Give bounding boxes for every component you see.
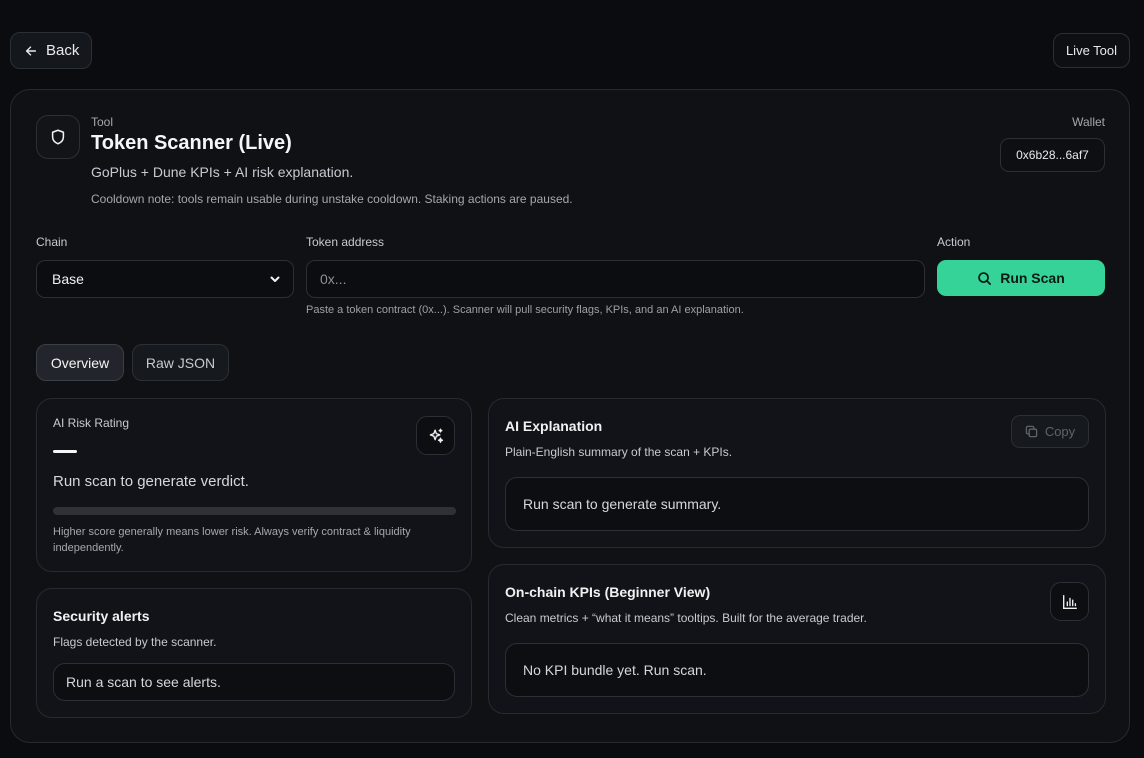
tool-subtitle: GoPlus + Dune KPIs + AI risk explanation… bbox=[91, 164, 354, 180]
tab-overview[interactable]: Overview bbox=[36, 344, 124, 381]
back-button[interactable]: Back bbox=[10, 32, 92, 69]
shield-icon bbox=[51, 129, 65, 145]
copy-icon bbox=[1025, 425, 1038, 438]
action-label: Action bbox=[937, 235, 971, 249]
ai-explanation-desc: Plain-English summary of the scan + KPIs… bbox=[505, 445, 733, 459]
copy-label: Copy bbox=[1044, 424, 1076, 439]
kpi-icon-box bbox=[1050, 582, 1089, 621]
live-tool-badge: Live Tool bbox=[1053, 33, 1130, 68]
chain-selected-value: Base bbox=[52, 271, 84, 287]
run-scan-label: Run Scan bbox=[1000, 270, 1065, 286]
run-scan-button[interactable]: Run Scan bbox=[937, 260, 1105, 296]
ai-explanation-panel: AI Explanation Copy Plain-English summar… bbox=[488, 398, 1106, 548]
tool-icon-box bbox=[36, 115, 80, 159]
tool-label: Tool bbox=[91, 115, 114, 129]
ai-explanation-empty: Run scan to generate summary. bbox=[505, 477, 1089, 531]
token-address-label: Token address bbox=[306, 235, 385, 249]
ai-explanation-title: AI Explanation bbox=[505, 418, 603, 434]
security-alerts-panel: Security alerts Flags detected by the sc… bbox=[36, 588, 472, 718]
onchain-kpis-title: On-chain KPIs (Beginner View) bbox=[505, 584, 711, 600]
arrow-left-icon bbox=[25, 45, 37, 56]
risk-rating-label: AI Risk Rating bbox=[53, 416, 130, 430]
cooldown-note: Cooldown note: tools remain usable durin… bbox=[91, 192, 573, 206]
security-alerts-title: Security alerts bbox=[53, 608, 150, 624]
risk-note: Higher score generally means lower risk.… bbox=[53, 526, 411, 554]
search-icon bbox=[978, 271, 992, 285]
top-bar: Back Live Tool bbox=[0, 0, 1144, 90]
risk-score-placeholder bbox=[53, 450, 77, 453]
copy-button[interactable]: Copy bbox=[1011, 415, 1089, 448]
risk-score-bar bbox=[53, 507, 456, 515]
wallet-label: Wallet bbox=[1072, 115, 1105, 129]
tab-raw-json[interactable]: Raw JSON bbox=[132, 344, 229, 381]
onchain-kpis-empty: No KPI bundle yet. Run scan. bbox=[505, 643, 1089, 697]
onchain-kpis-panel: On-chain KPIs (Beginner View) Clean metr… bbox=[488, 564, 1106, 714]
risk-rating-panel: AI Risk Rating — Run scan to generate ve… bbox=[36, 398, 472, 572]
token-address-input[interactable] bbox=[306, 260, 925, 298]
bar-chart-icon bbox=[1062, 594, 1077, 609]
sparkles-icon bbox=[429, 428, 443, 443]
page-title: Token Scanner (Live) bbox=[91, 132, 292, 154]
risk-icon-box bbox=[416, 416, 455, 455]
token-scanner-card: Tool Token Scanner (Live) GoPlus + Dune … bbox=[10, 89, 1130, 743]
security-alerts-desc: Flags detected by the scanner. bbox=[53, 635, 217, 649]
back-label: Back bbox=[46, 42, 80, 59]
onchain-kpis-desc: Clean metrics + “what it means” tooltips… bbox=[505, 611, 867, 625]
chain-select[interactable]: Base bbox=[36, 260, 294, 298]
risk-verdict: Run scan to generate verdict. bbox=[53, 473, 249, 490]
token-address-hint: Paste a token contract (0x...). Scanner … bbox=[306, 304, 744, 316]
chevron-down-icon bbox=[270, 276, 280, 282]
security-alerts-empty: Run a scan to see alerts. bbox=[53, 663, 455, 701]
wallet-address[interactable]: 0x6b28...6af7 bbox=[1000, 138, 1105, 172]
chain-label: Chain bbox=[36, 235, 68, 249]
